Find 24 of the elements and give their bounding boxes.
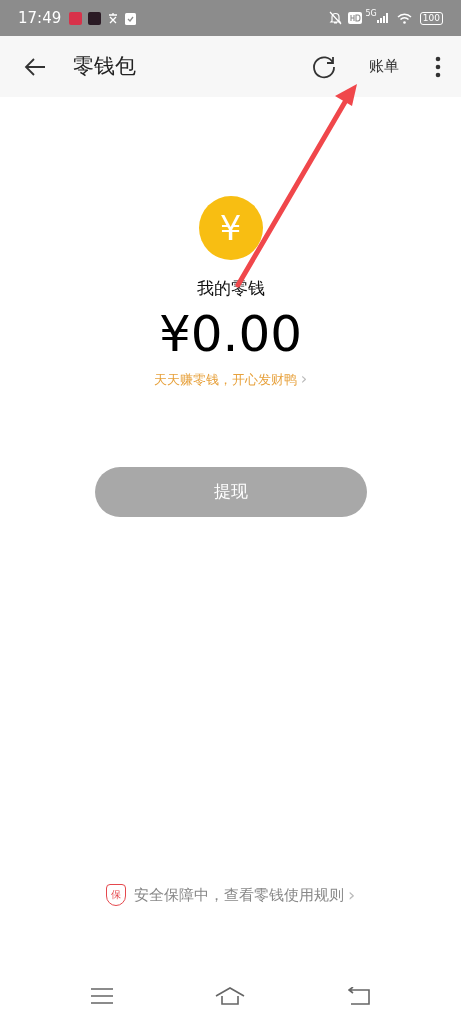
bill-link[interactable]: 账单	[369, 55, 399, 78]
status-time: 17:49	[18, 7, 62, 29]
refresh-icon[interactable]	[311, 53, 337, 80]
promo-link[interactable]: 天天赚零钱，开心发财鸭 ›	[153, 369, 308, 389]
network-label: 5G	[365, 10, 377, 18]
bell-off-icon	[328, 11, 342, 25]
app-icon	[107, 12, 120, 24]
hd-icon	[347, 12, 362, 24]
more-icon[interactable]	[435, 55, 441, 78]
chevron-icon: ›	[347, 885, 356, 904]
app-icon	[69, 11, 83, 25]
page-title: 零钱包	[73, 52, 136, 80]
app-icon	[88, 11, 102, 25]
back-icon[interactable]	[347, 987, 370, 1005]
balance-amount: ¥0.00	[158, 303, 303, 364]
rules-link[interactable]: 安全保障中，查看零钱使用规则 ›	[133, 883, 356, 906]
home-icon[interactable]	[215, 987, 246, 1005]
coin-icon: ¥	[198, 196, 263, 260]
menu-icon[interactable]	[91, 988, 114, 1004]
signal-icon	[376, 13, 389, 23]
back-arrow-icon[interactable]	[24, 57, 46, 76]
wifi-icon	[396, 12, 412, 24]
battery-icon: 100	[419, 11, 443, 25]
chevron-icon: ›	[300, 371, 308, 388]
